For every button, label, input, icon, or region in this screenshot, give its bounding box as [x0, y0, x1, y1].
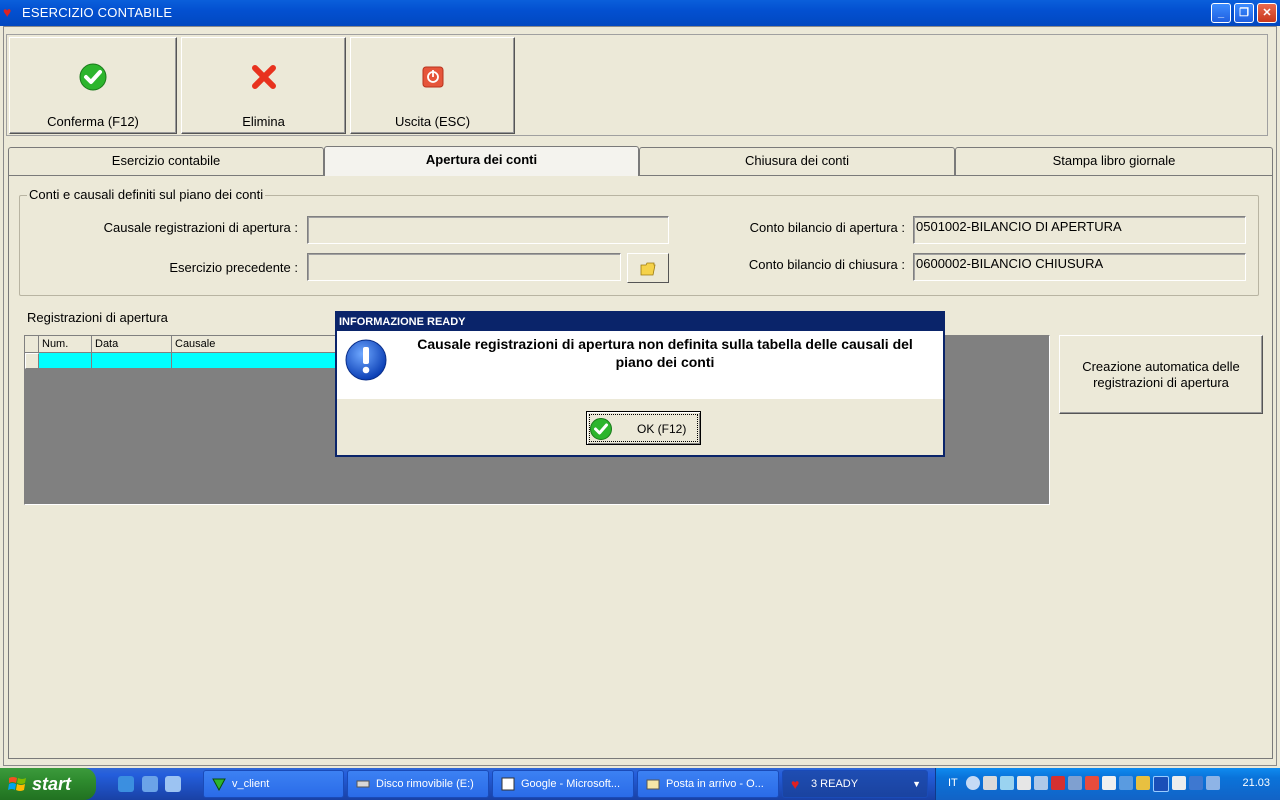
- table-row[interactable]: [25, 353, 336, 369]
- tray-app-icon[interactable]: [1136, 776, 1150, 790]
- cell-data[interactable]: [92, 353, 172, 369]
- tray-volume-icon[interactable]: [1189, 776, 1203, 790]
- task-label: Google - Microsoft...: [521, 778, 621, 790]
- browser-icon: [501, 777, 515, 791]
- dialog-title: INFORMAZIONE READY: [337, 313, 943, 331]
- tab-apertura-dei-conti[interactable]: Apertura dei conti: [324, 146, 639, 176]
- elimina-label: Elimina: [242, 114, 285, 129]
- window-title: ESERCIZIO CONTABILE: [22, 5, 173, 20]
- title-bar: ♥ ESERCIZIO CONTABILE _ ❐ ✕: [0, 0, 1280, 26]
- tray-app-icon[interactable]: [983, 776, 997, 790]
- tray-security-icon[interactable]: [1085, 776, 1099, 790]
- conto-apertura-label: Conto bilancio di apertura :: [749, 220, 905, 235]
- tray-app-icon[interactable]: [1206, 776, 1220, 790]
- conto-apertura-field[interactable]: 0501002-BILANCIO DI APERTURA: [913, 216, 1246, 244]
- language-indicator[interactable]: IT: [948, 777, 958, 789]
- ok-label: OK (F12): [637, 422, 687, 436]
- tray-app-icon[interactable]: [1172, 776, 1186, 790]
- tray-network-icon[interactable]: [1034, 776, 1048, 790]
- tray-app-icon[interactable]: [1102, 776, 1116, 790]
- start-button[interactable]: start: [0, 768, 96, 800]
- exclamation-icon: [345, 339, 387, 381]
- tray-app-icon[interactable]: [1153, 776, 1169, 792]
- information-dialog: INFORMAZIONE READY Causale registrazioni…: [335, 311, 945, 457]
- browse-folder-button[interactable]: [627, 253, 669, 283]
- causale-label: Causale registrazioni di apertura :: [103, 220, 298, 235]
- start-label: start: [32, 774, 72, 794]
- tray-expand-icon[interactable]: [966, 776, 980, 790]
- clock[interactable]: 21.03: [1242, 777, 1270, 789]
- close-button[interactable]: ✕: [1257, 3, 1277, 23]
- elimina-button[interactable]: Elimina: [181, 37, 346, 134]
- vclient-icon: [212, 778, 226, 791]
- row-selector[interactable]: [25, 353, 39, 369]
- conto-chiusura-field[interactable]: 0600002-BILANCIO CHIUSURA: [913, 253, 1246, 281]
- conferma-button[interactable]: Conferma (F12): [9, 37, 177, 134]
- causale-field[interactable]: [307, 216, 669, 244]
- ok-button[interactable]: OK (F12): [586, 411, 701, 445]
- registrazioni-label: Registrazioni di apertura: [27, 310, 168, 325]
- dialog-body: Causale registrazioni di apertura non de…: [337, 331, 943, 399]
- checkmark-icon: [79, 63, 107, 91]
- conferma-label: Conferma (F12): [47, 114, 139, 129]
- task-posta[interactable]: Posta in arrivo - O...: [637, 770, 779, 798]
- folder-icon: [640, 262, 656, 275]
- tray-display-icon[interactable]: [1017, 776, 1031, 790]
- media-player-icon[interactable]: [165, 776, 181, 792]
- maximize-button[interactable]: ❐: [1234, 3, 1254, 23]
- task-label: Posta in arrivo - O...: [666, 778, 764, 790]
- task-google[interactable]: Google - Microsoft...: [492, 770, 634, 798]
- cell-causale[interactable]: [172, 353, 336, 369]
- task-label: 3 READY: [811, 778, 859, 790]
- task-v-client[interactable]: v_client: [203, 770, 344, 798]
- taskbar: start v_client Disco rimovibile (E:) Goo…: [0, 768, 1280, 800]
- dialog-message: Causale registrazioni di apertura non de…: [417, 336, 913, 370]
- mail-icon: [646, 779, 660, 790]
- tab-esercizio-contabile[interactable]: Esercizio contabile: [8, 147, 324, 175]
- tray-network-icon[interactable]: [1000, 776, 1014, 790]
- task-disco-rimovibile[interactable]: Disco rimovibile (E:): [347, 770, 489, 798]
- ready-heart-icon: ♥: [791, 776, 800, 792]
- quicklaunch-icon[interactable]: [142, 776, 158, 792]
- delete-x-icon: [251, 65, 276, 89]
- system-tray: IT 21.03: [935, 768, 1280, 800]
- internet-explorer-icon[interactable]: [118, 776, 134, 792]
- tab-chiusura-dei-conti[interactable]: Chiusura dei conti: [639, 147, 955, 175]
- tab-stampa-libro-giornale[interactable]: Stampa libro giornale: [955, 147, 1273, 175]
- column-header-causale[interactable]: Causale: [172, 336, 336, 353]
- tray-app-icon[interactable]: [1119, 776, 1133, 790]
- app-heart-icon: ♥: [3, 4, 12, 20]
- power-icon: [422, 66, 443, 88]
- creazione-automatica-button[interactable]: Creazione automatica delle registrazioni…: [1059, 335, 1263, 414]
- task-label: v_client: [232, 778, 270, 790]
- task-label: Disco rimovibile (E:): [376, 778, 474, 790]
- group-dropdown-icon[interactable]: ▼: [912, 771, 921, 797]
- row-header-corner: [25, 336, 39, 353]
- esercizio-precedente-field[interactable]: [307, 253, 621, 281]
- group-title: Conti e causali definiti sul piano dei c…: [27, 187, 266, 202]
- column-header-data[interactable]: Data: [92, 336, 172, 353]
- tray-icons: [966, 776, 1220, 792]
- grid-header: Num. Data Causale: [25, 336, 336, 353]
- tray-app-icon[interactable]: [1068, 776, 1082, 790]
- column-header-num[interactable]: Num.: [39, 336, 92, 353]
- conto-chiusura-label: Conto bilancio di chiusura :: [748, 257, 905, 272]
- windows-flag-icon: [8, 777, 26, 791]
- ok-checkmark-icon: [590, 418, 612, 440]
- minimize-button[interactable]: _: [1211, 3, 1231, 23]
- uscita-button[interactable]: Uscita (ESC): [350, 37, 515, 134]
- task-ready[interactable]: ♥ 3 READY ▼: [782, 770, 928, 798]
- uscita-label: Uscita (ESC): [394, 114, 471, 129]
- tray-shield-icon[interactable]: [1051, 776, 1065, 790]
- esercizio-precedente-label: Esercizio precedente :: [169, 260, 298, 275]
- cell-num[interactable]: [39, 353, 92, 369]
- drive-icon: [356, 780, 370, 788]
